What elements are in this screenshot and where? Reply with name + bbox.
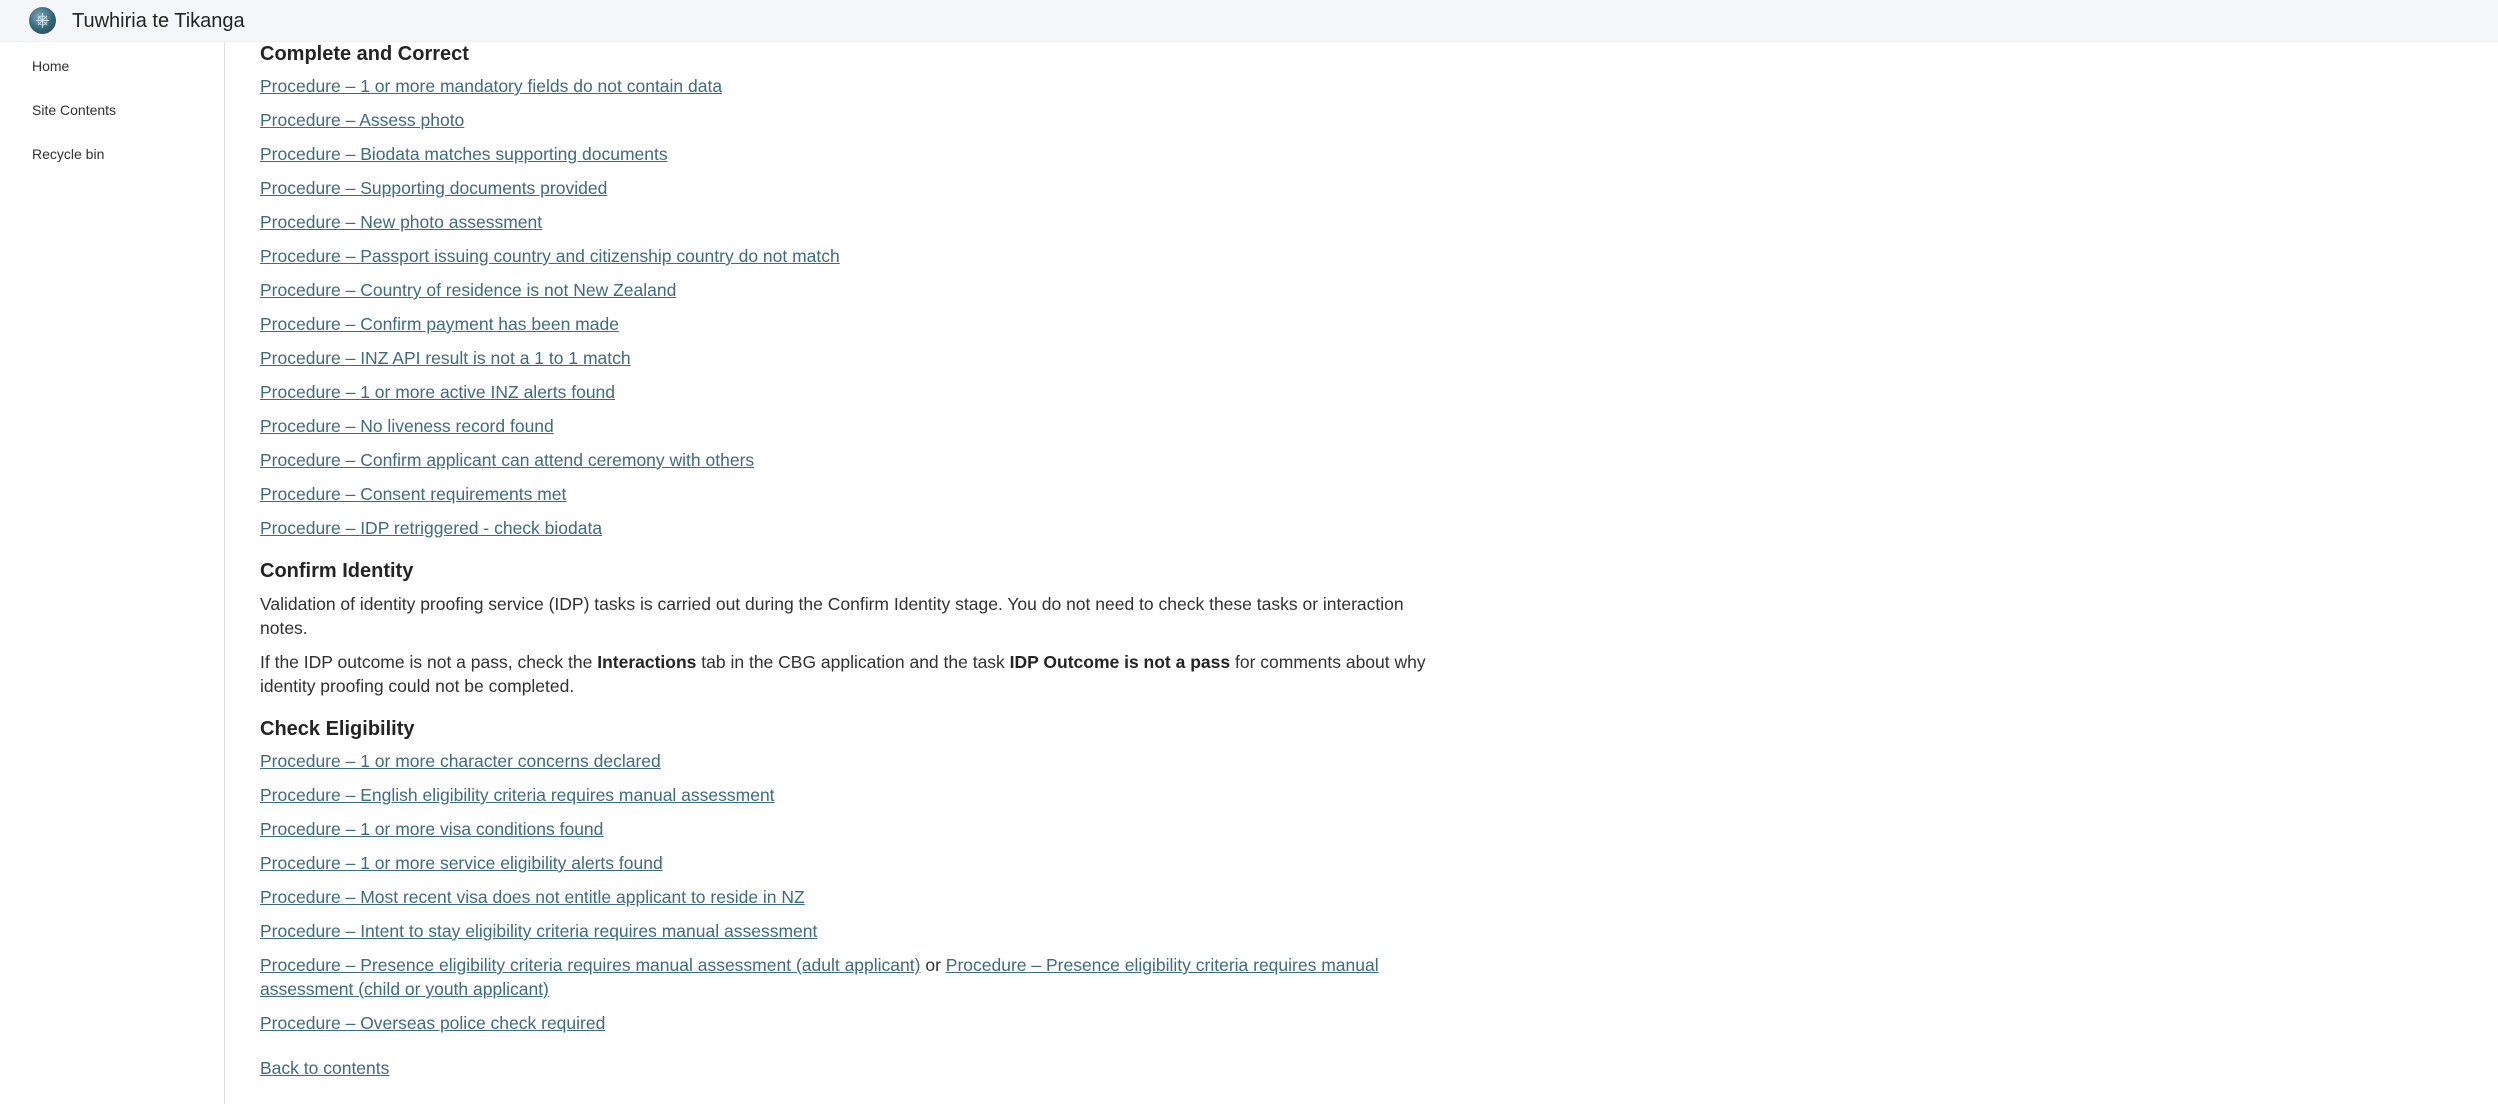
procedure-link-presence-adult[interactable]: Procedure – Presence eligibility criteri… <box>260 955 920 975</box>
procedure-link[interactable]: Procedure – Consent requirements met <box>260 482 1440 506</box>
procedure-link[interactable]: Procedure – Country of residence is not … <box>260 278 1440 302</box>
top-bar: Tuwhiria te Tikanga <box>0 0 2498 42</box>
procedure-link[interactable]: Procedure – IDP retriggered - check biod… <box>260 516 1440 540</box>
procedure-link[interactable]: Procedure – Biodata matches supporting d… <box>260 142 1440 166</box>
main-content: Complete and Correct Procedure – 1 or mo… <box>260 40 1440 1080</box>
procedure-link[interactable]: Procedure – 1 or more service eligibilit… <box>260 851 1440 875</box>
left-navigation: Home Site Contents Recycle bin <box>0 42 225 1104</box>
procedure-link[interactable]: Procedure – Assess photo <box>260 108 1440 132</box>
site-title[interactable]: Tuwhiria te Tikanga <box>72 7 245 35</box>
procedure-link[interactable]: Procedure – English eligibility criteria… <box>260 783 1440 807</box>
procedure-link[interactable]: Procedure – Confirm applicant can attend… <box>260 448 1440 472</box>
presence-links-paragraph: Procedure – Presence eligibility criteri… <box>260 953 1440 1001</box>
heading-check-eligibility: Check Eligibility <box>260 718 415 740</box>
procedure-link[interactable]: Procedure – Most recent visa does not en… <box>260 885 1440 909</box>
identity-paragraph-1: Validation of identity proofing service … <box>260 594 1404 638</box>
procedure-link[interactable]: Procedure – Passport issuing country and… <box>260 244 1440 268</box>
interactions-bold: Interactions <box>597 652 697 672</box>
procedure-link[interactable]: Procedure – Intent to stay eligibility c… <box>260 919 1440 943</box>
site-logo-icon[interactable] <box>29 7 56 34</box>
heading-confirm-identity: Confirm Identity <box>260 560 414 582</box>
procedure-link[interactable]: Procedure – New photo assessment <box>260 210 1440 234</box>
procedure-link[interactable]: Procedure – 1 or more mandatory fields d… <box>260 74 1440 98</box>
procedure-link[interactable]: Procedure – Supporting documents provide… <box>260 176 1440 200</box>
procedure-link[interactable]: Procedure – No liveness record found <box>260 414 1440 438</box>
or-text: or <box>920 955 946 975</box>
back-to-contents-link[interactable]: Back to contents <box>260 1056 1440 1080</box>
idp-outcome-bold: IDP Outcome is not a pass <box>1009 652 1231 672</box>
nav-item-site-contents[interactable]: Site Contents <box>32 100 116 120</box>
procedure-link[interactable]: Procedure – 1 or more active INZ alerts … <box>260 380 1440 404</box>
identity-paragraph-2: If the IDP outcome is not a pass, check … <box>260 650 1440 698</box>
text-span: If the IDP outcome is not a pass, check … <box>260 652 598 672</box>
procedure-link[interactable]: Procedure – Confirm payment has been mad… <box>260 312 1440 336</box>
text-span: tab in the CBG application and the task <box>696 652 1010 672</box>
procedure-link[interactable]: Procedure – 1 or more character concerns… <box>260 749 1440 773</box>
procedure-link-overseas-police[interactable]: Procedure – Overseas police check requir… <box>260 1011 1440 1035</box>
heading-complete-and-correct: Complete and Correct <box>260 43 469 65</box>
procedure-link[interactable]: Procedure – INZ API result is not a 1 to… <box>260 346 1440 370</box>
nav-item-recycle-bin[interactable]: Recycle bin <box>32 144 104 164</box>
procedure-link[interactable]: Procedure – 1 or more visa conditions fo… <box>260 817 1440 841</box>
nav-item-home[interactable]: Home <box>32 56 69 76</box>
